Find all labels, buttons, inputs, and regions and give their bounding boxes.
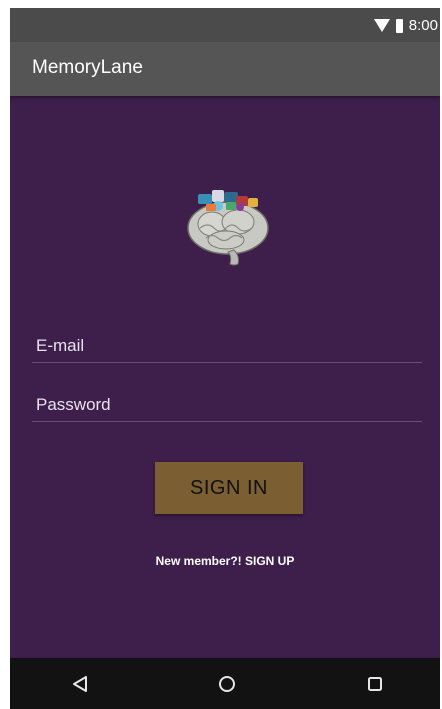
sign-in-button[interactable]: SIGN IN xyxy=(155,462,303,514)
password-field-container xyxy=(32,381,422,422)
login-screen: 8:00 MemoryLane E-mail SIGN IN New membe… xyxy=(10,8,440,709)
brain-shape xyxy=(187,201,269,266)
back-button[interactable] xyxy=(60,667,100,701)
password-field[interactable] xyxy=(32,395,420,415)
brain-logo-icon xyxy=(187,190,269,266)
status-icons: 8:00 xyxy=(373,17,438,34)
status-time: 8:00 xyxy=(408,17,438,34)
signup-prompt: New member?! xyxy=(155,554,245,568)
home-button[interactable] xyxy=(207,667,247,701)
navigation-bar xyxy=(10,658,440,709)
home-icon xyxy=(219,676,235,692)
status-bar: 8:00 xyxy=(10,8,440,42)
email-field-container xyxy=(32,322,422,363)
email-field[interactable] xyxy=(32,336,420,356)
wifi-icon xyxy=(373,19,390,32)
recents-icon xyxy=(368,677,382,691)
sign-up-link[interactable]: SIGN UP xyxy=(245,554,294,568)
back-icon xyxy=(73,676,87,692)
recents-button[interactable] xyxy=(355,667,395,701)
battery-icon xyxy=(395,18,403,33)
app-title: MemoryLane xyxy=(32,57,143,78)
app-bar: MemoryLane xyxy=(10,42,440,96)
signup-row: New member?! SIGN UP xyxy=(10,554,440,568)
